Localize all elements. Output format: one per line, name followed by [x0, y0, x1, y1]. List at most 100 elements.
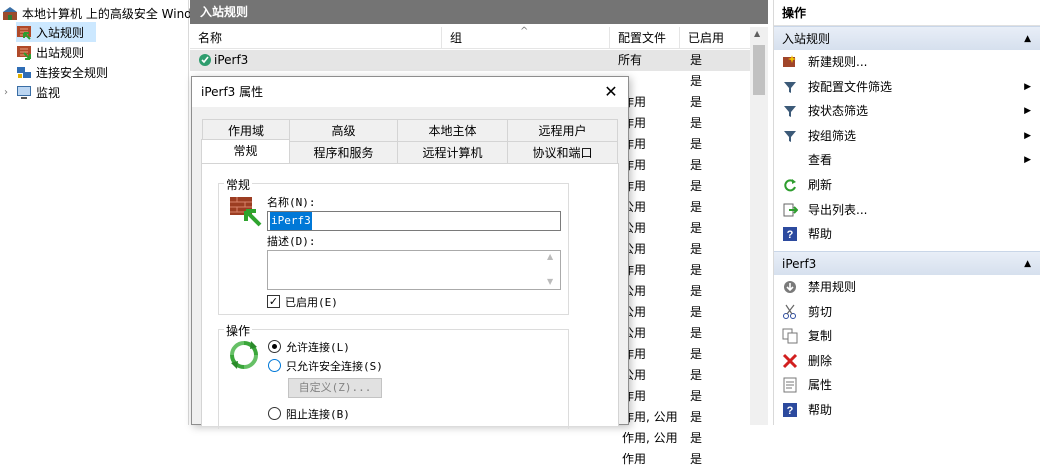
- action-item-label: 查看: [808, 153, 833, 168]
- description-field[interactable]: ▲ ▼: [267, 250, 561, 290]
- dialog-title: iPerf3 属性 ✕: [192, 77, 628, 107]
- action-item-label: 复制: [808, 329, 833, 344]
- action-item[interactable]: 查看 ▶: [774, 148, 1040, 172]
- tab-remote-computers[interactable]: 远程计算机: [397, 141, 508, 164]
- action-item-label: 删除: [808, 353, 833, 368]
- tree-root[interactable]: 本地计算机 上的高级安全 Wind: [2, 3, 192, 23]
- rule-enabled: 是: [690, 389, 703, 403]
- rule-profile: 所有: [618, 53, 643, 67]
- svg-text:?: ?: [787, 405, 794, 417]
- vertical-scrollbar[interactable]: ▲: [750, 27, 768, 425]
- help-icon: ?: [782, 226, 798, 242]
- action-recycle-icon: [228, 339, 260, 371]
- action-item[interactable]: ? 帮助: [774, 398, 1040, 422]
- tree-item-outbound[interactable]: 出站规则: [16, 42, 84, 62]
- table-row[interactable]: 作用, 公用是: [190, 428, 750, 449]
- action-item[interactable]: 禁用规则: [774, 275, 1040, 299]
- tree-item-monitor[interactable]: › 监视: [4, 82, 60, 102]
- filter-icon: [782, 128, 798, 144]
- rule-enabled: 是: [690, 221, 703, 235]
- pane-title: 入站规则: [190, 0, 768, 24]
- rule-enabled: 是: [690, 158, 703, 172]
- section-header-iperf3[interactable]: iPerf3 ▲: [774, 251, 1040, 275]
- rule-enabled: 是: [690, 179, 703, 193]
- action-group-label: 操作: [224, 322, 253, 339]
- rule-enabled: 是: [690, 53, 703, 67]
- list-header: 名称 组 ^ 配置文件 已启用: [190, 26, 750, 49]
- action-item[interactable]: 刷新: [774, 173, 1040, 197]
- action-item-label: 禁用规则: [808, 280, 857, 294]
- actions-title: 操作: [774, 0, 1040, 26]
- cut-icon: [782, 304, 798, 320]
- allow-secure-radio[interactable]: [268, 359, 281, 372]
- table-row[interactable]: iPerf3 所有 是: [190, 50, 750, 71]
- name-label: 名称(N):: [267, 196, 316, 209]
- action-item[interactable]: 删除: [774, 349, 1040, 373]
- action-item[interactable]: 剪切: [774, 300, 1040, 324]
- column-header-profile[interactable]: 配置文件: [610, 27, 680, 49]
- tab-general[interactable]: 常规: [201, 139, 290, 164]
- scroll-down-icon[interactable]: ▼: [547, 277, 553, 286]
- name-field[interactable]: iPerf3: [267, 211, 561, 231]
- action-item-label: 按组筛选: [808, 128, 857, 143]
- enabled-checkbox[interactable]: ✓: [267, 295, 280, 308]
- rule-enabled: 是: [690, 347, 703, 361]
- tree-root-label: 本地计算机 上的高级安全 Wind: [22, 6, 192, 21]
- actions-pane: 操作 入站规则 ▲ 新建规则... 按配置文件筛选 ▶ 按状态筛选 ▶ 按组筛选 ▶ 查看 ▶ 刷…: [773, 0, 1040, 425]
- rule-enabled: 是: [690, 200, 703, 214]
- tree-item-connection-security[interactable]: 连接安全规则: [16, 62, 108, 82]
- enabled-label: 已启用(E): [285, 296, 338, 309]
- delete-icon: [782, 353, 798, 369]
- action-item[interactable]: ? 帮助: [774, 222, 1040, 246]
- action-item[interactable]: 属性: [774, 373, 1040, 397]
- tab-protocols-ports[interactable]: 协议和端口: [507, 141, 618, 164]
- customize-button[interactable]: 自定义(Z)...: [288, 378, 382, 398]
- submenu-arrow-icon: ▶: [1024, 155, 1031, 166]
- table-row[interactable]: 作用 是: [190, 449, 750, 470]
- rule-enabled: 是: [690, 452, 703, 466]
- action-item[interactable]: 新建规则...: [774, 50, 1040, 74]
- disable-icon: [782, 279, 798, 295]
- tab-programs-services[interactable]: 程序和服务: [289, 141, 398, 164]
- column-header-group[interactable]: 组 ^: [442, 26, 610, 49]
- block-connection-label: 阻止连接(B): [286, 408, 350, 421]
- rule-properties-dialog: iPerf3 属性 ✕ 作用域 高级 本地主体 远程用户 常规 程序和服务 远程…: [191, 76, 629, 429]
- help-icon: ?: [782, 402, 798, 418]
- description-scrollbar[interactable]: ▲ ▼: [543, 251, 560, 289]
- svg-text:?: ?: [787, 229, 794, 241]
- close-icon[interactable]: ✕: [602, 83, 620, 101]
- collapse-icon[interactable]: ▲: [1024, 27, 1031, 51]
- rule-enabled: 是: [690, 431, 703, 445]
- section-header-inbound-rules[interactable]: 入站规则 ▲: [774, 26, 1040, 50]
- tab-advanced[interactable]: 高级: [289, 119, 398, 142]
- rule-enabled: 是: [690, 368, 703, 382]
- scroll-up-icon[interactable]: ▲: [547, 252, 553, 261]
- chevron-right-icon[interactable]: ›: [4, 87, 16, 98]
- outbound-rules-icon: [16, 44, 32, 60]
- rule-profile: 作用: [622, 452, 647, 466]
- filter-icon: [782, 103, 798, 119]
- rule-name: iPerf3: [214, 53, 249, 67]
- block-connection-radio[interactable]: [268, 407, 281, 420]
- rule-enabled: 是: [690, 242, 703, 256]
- tab-remote-users[interactable]: 远程用户: [507, 119, 618, 142]
- action-item[interactable]: 按配置文件筛选 ▶: [774, 75, 1040, 99]
- action-item[interactable]: 复制: [774, 324, 1040, 348]
- sort-caret-icon: ^: [520, 26, 529, 37]
- submenu-arrow-icon: ▶: [1024, 130, 1031, 141]
- navigation-tree: 本地计算机 上的高级安全 Wind 入站规则 出站规则 连接安全规则 › 监视: [0, 0, 192, 425]
- scroll-up-icon[interactable]: ▲: [754, 29, 760, 38]
- collapse-icon[interactable]: ▲: [1024, 252, 1031, 276]
- column-header-name[interactable]: 名称: [190, 27, 442, 49]
- action-item[interactable]: 导出列表...: [774, 198, 1040, 222]
- column-header-enabled[interactable]: 已启用: [680, 27, 750, 49]
- tab-local-principals[interactable]: 本地主体: [397, 119, 508, 142]
- action-item[interactable]: 按组筛选 ▶: [774, 124, 1040, 148]
- connection-security-icon: [16, 64, 32, 80]
- scrollbar-thumb[interactable]: [753, 45, 765, 95]
- action-item[interactable]: 按状态筛选 ▶: [774, 99, 1040, 123]
- action-item-label: 按状态筛选: [808, 104, 869, 119]
- tree-item-inbound[interactable]: 入站规则: [16, 22, 96, 42]
- filter-icon: [782, 79, 798, 95]
- allow-connection-radio[interactable]: [268, 340, 281, 353]
